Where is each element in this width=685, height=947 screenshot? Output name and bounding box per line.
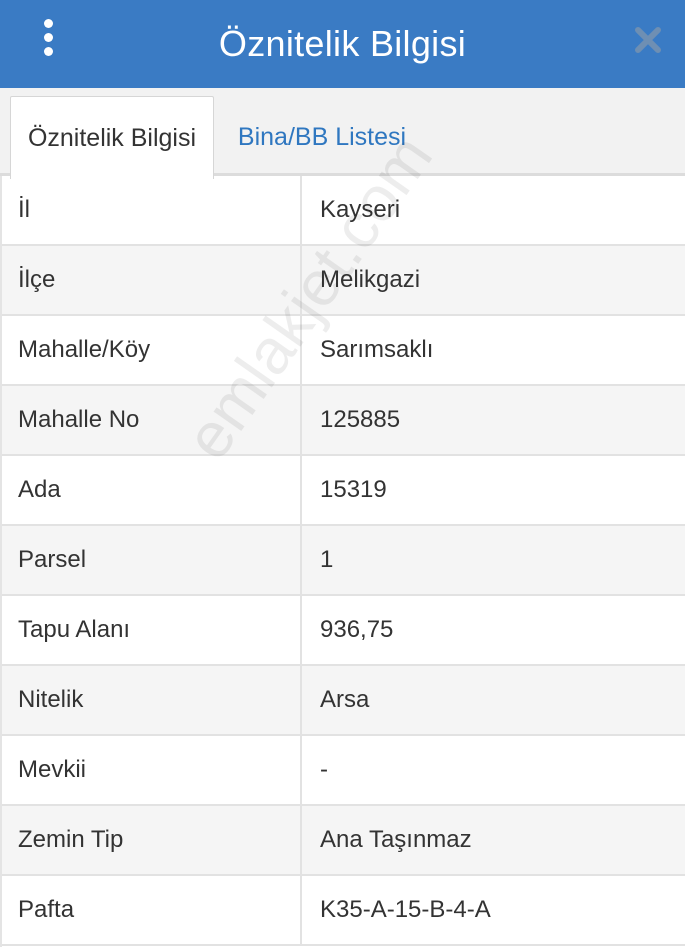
- row-label: Mevkii: [2, 736, 302, 804]
- row-value: 15319: [320, 476, 387, 503]
- row-label: Ada: [2, 456, 302, 524]
- table-row: Ada 15319: [2, 456, 685, 526]
- table-row: Pafta K35-A-15-B-4-A: [2, 876, 685, 946]
- close-x-glyph: [635, 27, 661, 53]
- row-value: Ana Taşınmaz: [320, 826, 472, 853]
- menu-dot: [43, 18, 53, 28]
- row-label: Mahalle No: [2, 386, 302, 454]
- menu-dot: [43, 46, 53, 56]
- row-label: Nitelik: [2, 666, 302, 734]
- table-row: Mevkii -: [2, 736, 685, 806]
- kebab-menu-icon[interactable]: [30, 14, 66, 60]
- row-value: 936,75: [320, 616, 394, 643]
- table-row: Zemin Tip Ana Taşınmaz: [2, 806, 685, 876]
- row-value: 1: [320, 546, 334, 573]
- row-value: Arsa: [320, 686, 370, 713]
- attribute-table: İl Kayseri İlçe Melikgazi Mahalle/Köy Sa…: [0, 176, 685, 947]
- row-value: -: [320, 756, 328, 783]
- table-row: Nitelik Arsa: [2, 666, 685, 736]
- table-row: İlçe Melikgazi: [2, 246, 685, 316]
- row-value: Melikgazi: [320, 266, 421, 293]
- page-title: Öznitelik Bilgisi: [218, 23, 467, 64]
- row-value: Sarımsaklı: [320, 336, 434, 363]
- table-row: Tapu Alanı 936,75: [2, 596, 685, 666]
- table-row: Parsel 1: [2, 526, 685, 596]
- row-label: İlçe: [2, 246, 302, 314]
- row-label: İl: [2, 176, 302, 244]
- table-row: İl Kayseri: [2, 176, 685, 246]
- row-value: Kayseri: [320, 196, 401, 223]
- close-icon[interactable]: [631, 20, 665, 60]
- row-label: Pafta: [2, 876, 302, 944]
- tab-bina-bb-listesi[interactable]: Bina/BB Listesi: [222, 96, 422, 179]
- table-row: Mahalle No 125885: [2, 386, 685, 456]
- row-value: 125885: [320, 406, 401, 433]
- header-bar: Öznitelik Bilgisi: [0, 0, 685, 88]
- row-label: Parsel: [2, 526, 302, 594]
- row-label: Tapu Alanı: [2, 596, 302, 664]
- row-value: K35-A-15-B-4-A: [320, 896, 491, 923]
- row-label: Zemin Tip: [2, 806, 302, 874]
- row-label: Mahalle/Köy: [2, 316, 302, 384]
- menu-dot: [43, 32, 53, 42]
- tab-bar: Öznitelik Bilgisi Bina/BB Listesi: [0, 88, 685, 179]
- tab-oznitelik-bilgisi[interactable]: Öznitelik Bilgisi: [10, 96, 214, 179]
- table-row: Mahalle/Köy Sarımsaklı: [2, 316, 685, 386]
